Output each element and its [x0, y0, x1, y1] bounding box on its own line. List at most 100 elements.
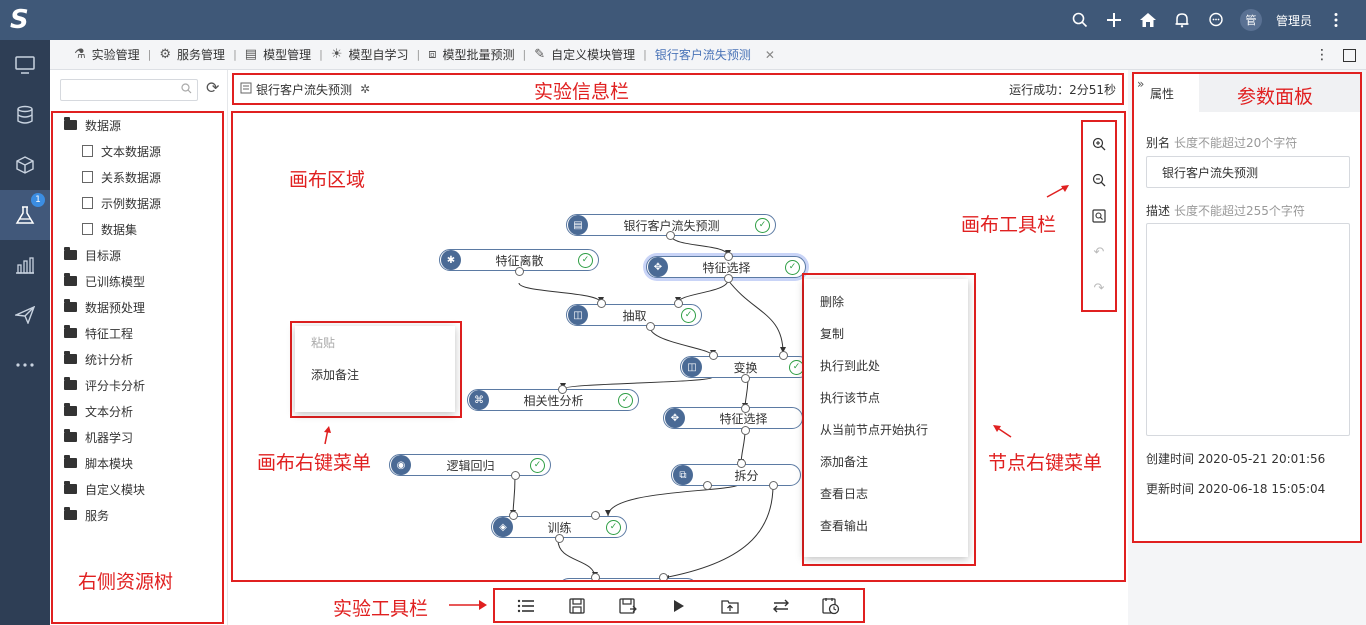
menu-item-copy[interactable]: 复制	[804, 317, 968, 349]
menu-item-delete[interactable]: 删除	[804, 285, 968, 317]
node-port[interactable]	[515, 267, 524, 276]
menu-item-view-log[interactable]: 查看日志	[804, 477, 968, 509]
menu-item-paste[interactable]: 粘贴	[295, 326, 455, 358]
bell-icon[interactable]	[1172, 10, 1192, 30]
user-name[interactable]: 管理员	[1276, 12, 1312, 29]
annotation-arrow	[991, 423, 1013, 443]
node-port[interactable]	[591, 511, 600, 520]
alias-input[interactable]: 银行客户流失预测	[1146, 156, 1350, 188]
node-correlation[interactable]: ⌘ 相关性分析 ✓	[467, 389, 639, 411]
menu-item-add-note[interactable]: 添加备注	[804, 445, 968, 477]
collapse-icon[interactable]: »	[1137, 77, 1144, 91]
node-port[interactable]	[511, 471, 520, 480]
send-icon[interactable]	[0, 290, 50, 340]
node-port[interactable]	[666, 231, 675, 240]
node-port[interactable]	[674, 299, 683, 308]
menu-item-add-note[interactable]: 添加备注	[295, 358, 455, 390]
node-port[interactable]	[737, 459, 746, 468]
canvas-area[interactable]: ▤ 银行客户流失预测 ✓ ✱ 特征离散 ✓ ✥ 特征选择 ✓ ◫ 抽取 ✓ ◫ …	[231, 111, 1126, 582]
refresh-icon[interactable]: ⟳	[206, 78, 219, 97]
zoom-out-icon[interactable]	[1089, 170, 1109, 190]
node-port[interactable]	[724, 274, 733, 283]
node-port[interactable]	[597, 299, 606, 308]
module-icon: ◈	[493, 517, 513, 537]
alias-hint: 长度不能超过20个字符	[1174, 136, 1298, 150]
node-port[interactable]	[509, 511, 518, 520]
save-as-icon[interactable]	[615, 593, 641, 619]
node-logistic-regression[interactable]: ◉ 逻辑回归 ✓	[389, 454, 551, 476]
module-icon: ⌘	[469, 390, 489, 410]
redo-icon[interactable]: ↷	[1089, 278, 1109, 298]
node-port[interactable]	[659, 573, 668, 580]
node-port[interactable]	[769, 481, 778, 490]
node-port[interactable]	[724, 252, 733, 261]
schedule-icon[interactable]	[818, 593, 844, 619]
tab-custom-module-management[interactable]: ✎ 自定义模块管理	[526, 40, 643, 70]
alias-label-text: 别名	[1146, 136, 1171, 150]
tree-search-input[interactable]	[60, 79, 198, 101]
node-port[interactable]	[555, 534, 564, 543]
menu-item-view-output[interactable]: 查看输出	[804, 509, 968, 541]
add-icon[interactable]	[1104, 10, 1124, 30]
experiment-icon	[240, 82, 252, 97]
node-port[interactable]	[591, 573, 600, 580]
maximize-icon[interactable]	[1343, 48, 1356, 62]
tab-model-management[interactable]: ▤ 模型管理	[237, 40, 319, 70]
fit-view-icon[interactable]	[1089, 206, 1109, 226]
chat-icon[interactable]	[1206, 10, 1226, 30]
node-feature-select-2[interactable]: ✥ 特征选择	[663, 407, 803, 429]
model-icon: ▤	[244, 47, 258, 62]
app-logo[interactable]: S	[10, 5, 40, 35]
database-icon[interactable]	[0, 90, 50, 140]
annotation-arrow	[321, 425, 333, 449]
menu-item-run-node[interactable]: 执行该节点	[804, 381, 968, 413]
close-icon[interactable]: ✕	[765, 48, 775, 62]
node-label: 相关性分析	[523, 393, 584, 408]
node-sample[interactable]: ◫ 抽取 ✓	[566, 304, 702, 326]
module-icon: ✱	[441, 250, 461, 270]
created-time: 创建时间 2020-05-21 20:01:56	[1146, 452, 1326, 466]
tab-experiment-management[interactable]: ⚗ 实验管理	[66, 40, 148, 70]
left-nav: 1	[0, 40, 50, 625]
chart-icon[interactable]	[0, 240, 50, 290]
settings-icon[interactable]: ✲	[360, 82, 370, 96]
node-partial[interactable]	[558, 578, 698, 580]
node-port[interactable]	[646, 322, 655, 331]
tab-batch-prediction[interactable]: ⧈ 模型批量预测	[420, 40, 522, 70]
more-icon[interactable]	[0, 340, 50, 390]
node-port[interactable]	[741, 426, 750, 435]
cube-icon[interactable]	[0, 140, 50, 190]
node-port[interactable]	[709, 351, 718, 360]
node-port[interactable]	[779, 351, 788, 360]
node-port[interactable]	[558, 385, 567, 394]
avatar[interactable]: 管	[1239, 9, 1262, 31]
zoom-in-icon[interactable]	[1089, 134, 1109, 154]
node-label: 特征选择	[702, 260, 751, 275]
search-icon[interactable]	[1070, 10, 1090, 30]
tab-service-management[interactable]: ⚙ 服务管理	[151, 40, 233, 70]
publish-icon[interactable]	[717, 593, 743, 619]
monitor-icon[interactable]	[0, 40, 50, 90]
tab-label: 服务管理	[177, 48, 226, 62]
experiment-icon[interactable]: 1	[0, 190, 50, 240]
bulb-icon: ☀	[330, 47, 343, 62]
run-icon[interactable]	[666, 593, 692, 619]
tab-properties[interactable]: » 属性	[1134, 74, 1199, 112]
undo-icon[interactable]: ↶	[1089, 242, 1109, 262]
description-textarea[interactable]	[1146, 223, 1350, 436]
swap-icon[interactable]	[768, 593, 794, 619]
node-port[interactable]	[703, 481, 712, 490]
more-vertical-icon[interactable]	[1326, 10, 1346, 30]
home-icon[interactable]	[1138, 10, 1158, 30]
menu-item-run-to-here[interactable]: 执行到此处	[804, 349, 968, 381]
tab-bank-churn[interactable]: 银行客户流失预测 ✕	[647, 40, 783, 70]
more-vertical-icon[interactable]: ⋮	[1315, 47, 1329, 63]
list-icon[interactable]	[513, 593, 539, 619]
menu-item-run-from-here[interactable]: 从当前节点开始执行	[804, 413, 968, 445]
save-icon[interactable]	[564, 593, 590, 619]
tab-model-self-learning[interactable]: ☀ 模型自学习	[323, 40, 417, 70]
node-split[interactable]: ⧉ 拆分	[671, 464, 801, 486]
node-port[interactable]	[741, 374, 750, 383]
node-port[interactable]	[741, 404, 750, 413]
node-label: 训练	[547, 520, 572, 535]
